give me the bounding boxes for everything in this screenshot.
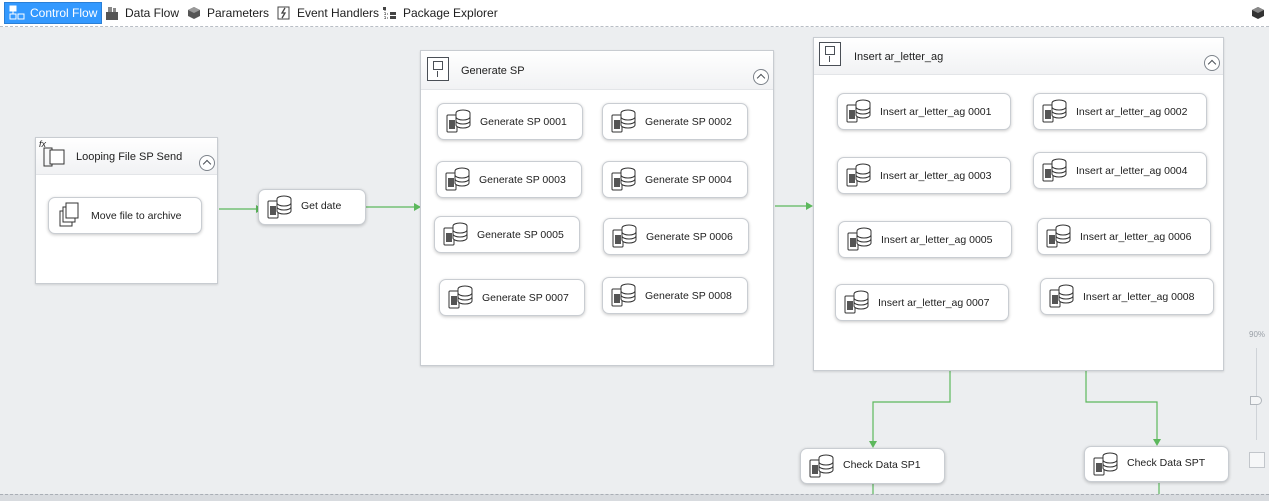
execute-sql-task-icon xyxy=(844,290,869,314)
sequence-container-icon xyxy=(427,57,449,81)
task-label: Get date xyxy=(301,200,342,212)
execute-sql-task-icon xyxy=(448,285,473,309)
container-title: Insert ar_letter_ag xyxy=(854,51,944,63)
zoom-to-fit-button[interactable] xyxy=(1249,452,1265,468)
tab-parameters[interactable]: Parameters xyxy=(182,2,273,24)
sequence-container-generate-sp[interactable]: Generate SP xyxy=(420,50,774,366)
task-label: Generate SP 0005 xyxy=(477,229,564,241)
collapse-button[interactable] xyxy=(1204,55,1220,71)
file-system-task-icon xyxy=(59,202,79,227)
zoom-control[interactable]: 90% xyxy=(1245,328,1269,494)
execute-sql-task-icon xyxy=(612,224,637,248)
zoom-slider-thumb[interactable] xyxy=(1250,396,1262,405)
container-title: Generate SP xyxy=(461,65,525,77)
task-generate-sp-4[interactable]: Generate SP 0004 xyxy=(602,161,748,198)
task-insert-ar-letter-ag-8[interactable]: Insert ar_letter_ag 0008 xyxy=(1040,278,1214,315)
task-insert-ar-letter-ag-5[interactable]: Insert ar_letter_ag 0005 xyxy=(838,221,1012,258)
execute-sql-task-icon xyxy=(611,167,636,191)
tab-label: Parameters xyxy=(207,6,270,20)
sequence-container-icon xyxy=(819,42,841,66)
tab-label: Package Explorer xyxy=(403,6,498,20)
execute-sql-task-icon xyxy=(443,222,468,246)
control-flow-icon xyxy=(9,5,25,21)
execute-sql-task-icon xyxy=(611,109,636,133)
package-explorer-icon xyxy=(382,5,398,21)
task-generate-sp-6[interactable]: Generate SP 0006 xyxy=(603,218,749,255)
constraint-insert-to-check2 xyxy=(1085,371,1158,442)
tab-package-explorer[interactable]: Package Explorer xyxy=(378,2,502,24)
execute-sql-task-icon xyxy=(267,195,292,219)
execute-sql-task-icon xyxy=(446,109,471,133)
task-label: Insert ar_letter_ag 0001 xyxy=(880,106,992,118)
zoom-track xyxy=(1256,348,1257,440)
task-label: Check Data SPT xyxy=(1127,457,1206,469)
task-move-file-to-archive[interactable]: Move file to archive xyxy=(48,197,202,234)
tab-control-flow[interactable]: Control Flow xyxy=(4,2,103,24)
task-label: Insert ar_letter_ag 0005 xyxy=(881,234,993,246)
task-check-data-spt[interactable]: Check Data SPT xyxy=(1084,446,1229,482)
horizontal-scrollbar[interactable] xyxy=(0,494,1269,501)
execute-sql-task-icon xyxy=(611,283,636,307)
task-label: Generate SP 0004 xyxy=(645,174,732,186)
constraint-insert-to-check1 xyxy=(872,371,951,444)
task-insert-ar-letter-ag-4[interactable]: Insert ar_letter_ag 0004 xyxy=(1033,152,1207,189)
execute-sql-task-icon xyxy=(1042,99,1067,123)
svg-text:fx: fx xyxy=(39,139,47,149)
task-label: Insert ar_letter_ag 0004 xyxy=(1076,165,1188,177)
task-label: Insert ar_letter_ag 0006 xyxy=(1080,231,1192,243)
task-insert-ar-letter-ag-1[interactable]: Insert ar_letter_ag 0001 xyxy=(837,93,1011,130)
event-handlers-icon xyxy=(276,5,292,21)
task-insert-ar-letter-ag-2[interactable]: Insert ar_letter_ag 0002 xyxy=(1033,93,1207,130)
container-title: Looping File SP Send xyxy=(76,151,183,163)
task-generate-sp-5[interactable]: Generate SP 0005 xyxy=(434,216,580,253)
task-get-date[interactable]: Get date xyxy=(258,189,366,225)
task-label: Generate SP 0001 xyxy=(480,116,567,128)
tab-data-flow[interactable]: Data Flow xyxy=(100,2,183,24)
task-label: Insert ar_letter_ag 0002 xyxy=(1076,106,1188,118)
task-label: Insert ar_letter_ag 0007 xyxy=(878,297,990,309)
execute-sql-task-icon xyxy=(846,99,871,123)
parameters-icon xyxy=(186,5,202,21)
tab-label: Control Flow xyxy=(30,6,98,20)
execute-sql-task-icon xyxy=(846,163,871,187)
tab-label: Event Handlers xyxy=(297,6,380,20)
task-label: Insert ar_letter_ag 0008 xyxy=(1083,291,1195,303)
control-flow-design-surface[interactable]: fx Looping File SP Send Move file to arc… xyxy=(0,28,1269,494)
task-label: Generate SP 0007 xyxy=(482,292,569,304)
collapse-button[interactable] xyxy=(753,69,769,85)
task-generate-sp-7[interactable]: Generate SP 0007 xyxy=(439,279,585,316)
task-label: Insert ar_letter_ag 0003 xyxy=(880,170,992,182)
collapse-button[interactable] xyxy=(199,155,215,171)
execute-sql-task-icon xyxy=(445,167,470,191)
task-label: Check Data SP1 xyxy=(843,459,921,471)
execute-sql-task-icon xyxy=(1042,158,1067,182)
task-label: Generate SP 0002 xyxy=(645,116,732,128)
execute-sql-task-icon xyxy=(847,227,872,251)
execute-sql-task-icon xyxy=(809,454,834,478)
task-insert-ar-letter-ag-3[interactable]: Insert ar_letter_ag 0003 xyxy=(837,157,1011,194)
foreach-loop-container-icon: fx xyxy=(39,139,65,167)
task-label: Generate SP 0003 xyxy=(479,174,566,186)
tab-label: Data Flow xyxy=(125,6,180,20)
task-check-data-sp1[interactable]: Check Data SP1 xyxy=(800,448,945,484)
data-flow-icon xyxy=(104,5,120,21)
tab-event-handlers[interactable]: Event Handlers xyxy=(272,2,383,24)
task-insert-ar-letter-ag-6[interactable]: Insert ar_letter_ag 0006 xyxy=(1037,218,1211,255)
task-label: Generate SP 0006 xyxy=(646,231,733,243)
execute-sql-task-icon xyxy=(1046,224,1071,248)
task-label: Move file to archive xyxy=(91,210,182,222)
task-generate-sp-8[interactable]: Generate SP 0008 xyxy=(602,277,748,314)
task-label: Generate SP 0008 xyxy=(645,290,732,302)
zoom-level: 90% xyxy=(1249,330,1266,339)
task-generate-sp-3[interactable]: Generate SP 0003 xyxy=(436,161,582,198)
package-icon xyxy=(1252,7,1264,19)
task-generate-sp-2[interactable]: Generate SP 0002 xyxy=(602,103,748,140)
task-insert-ar-letter-ag-7[interactable]: Insert ar_letter_ag 0007 xyxy=(835,284,1009,321)
task-generate-sp-1[interactable]: Generate SP 0001 xyxy=(437,103,583,140)
execute-sql-task-icon xyxy=(1093,452,1118,476)
designer-tab-bar: Control Flow Data Flow Parameters Event … xyxy=(0,0,1269,27)
execute-sql-task-icon xyxy=(1049,284,1074,308)
